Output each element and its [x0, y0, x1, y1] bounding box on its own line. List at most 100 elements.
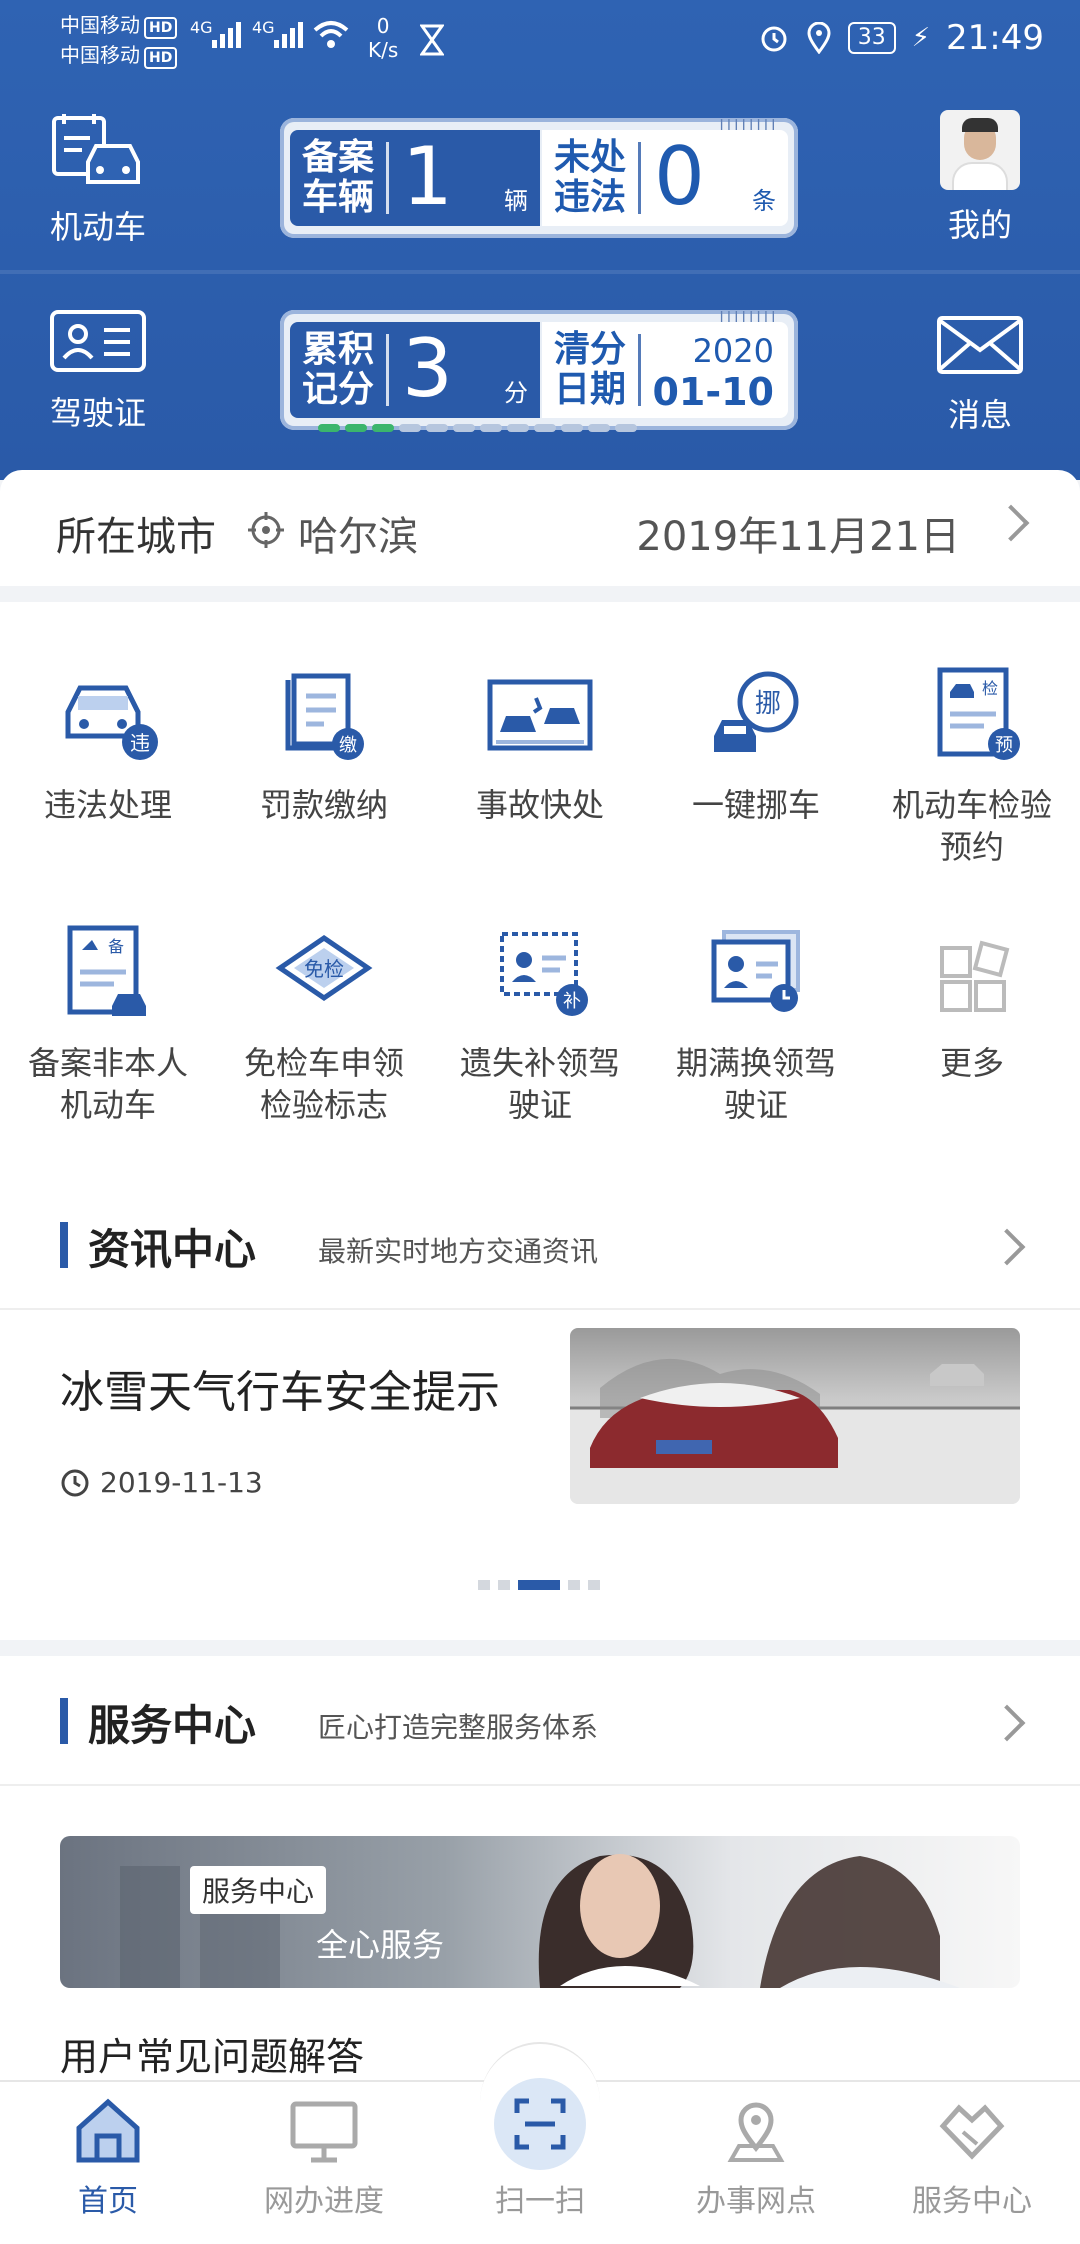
unhandled-violations-key: 未处违法: [554, 137, 627, 218]
header: 中国移动 HD 中国移动 HD 4G 4G 0 K/s 33 ⚡ 21:49 机…: [0, 0, 1080, 480]
news-header[interactable]: 资讯中心 最新实时地方交通资讯: [0, 1180, 1080, 1310]
hd-badge: HD: [144, 17, 178, 39]
vehicle-doc-icon: [52, 114, 140, 184]
accumulated-points-unit: 分: [504, 379, 528, 407]
service-fine-payment[interactable]: 缴 罚款缴纳: [216, 662, 432, 826]
progress-segment: [345, 424, 367, 432]
mine-button[interactable]: 我的: [900, 110, 1060, 246]
accumulated-points-cell: 累积记分 3 分: [290, 322, 540, 418]
status-right: 33 ⚡ 21:49: [758, 18, 1044, 58]
registered-vehicles-key: 备案车辆: [302, 137, 375, 218]
license-label: 驾驶证: [49, 394, 146, 432]
tab-service-label: 服务中心: [912, 2184, 1032, 2219]
service-center-subtitle: 匠心打造完整服务体系: [318, 1711, 599, 1744]
tab-progress-label: 网办进度: [264, 2184, 384, 2219]
pager-dot[interactable]: [588, 1580, 600, 1590]
progress-segment: [426, 424, 448, 432]
tab-home-label: 首页: [78, 2184, 138, 2219]
service-reissue-license[interactable]: 补 遗失补领驾驶证: [432, 920, 648, 1126]
chevron-right-icon[interactable]: [988, 1704, 1026, 1742]
service-move-car[interactable]: 挪 一键挪车: [648, 662, 864, 826]
wifi-icon: [313, 21, 349, 48]
progress-segment: [480, 424, 502, 432]
news-item-date: 2019-11-13: [60, 1466, 263, 1499]
license-button[interactable]: 驾驶证: [18, 308, 178, 434]
register-badge: 备: [108, 937, 124, 956]
service-grid: 违 违法处理 缴 罚款缴纳 事故快处 挪 一键挪车 检 预 机动车检验预约 备 …: [0, 602, 1080, 1180]
service-violation[interactable]: 违 违法处理: [0, 662, 216, 826]
news-thumbnail[interactable]: [570, 1328, 1020, 1504]
service-banner[interactable]: 服务中心 全心服务: [60, 1836, 1020, 1988]
vehicle-label: 机动车: [49, 208, 146, 246]
service-label: 违法处理: [43, 786, 172, 824]
progress-segment: [372, 424, 394, 432]
license-card-icon: [50, 310, 146, 372]
monitor-icon: [290, 2101, 358, 2163]
tab-scan[interactable]: 扫一扫: [432, 2078, 648, 2220]
section-accent-bar: [60, 1222, 68, 1268]
service-label: 更多: [939, 1044, 1004, 1082]
exempt-badge: 免检: [304, 957, 344, 981]
city-row[interactable]: 所在城市 哈尔滨 2019年11月21日: [0, 470, 1080, 586]
progress-segment: [534, 424, 556, 432]
news-title: 资讯中心: [88, 1225, 257, 1274]
svg-text:检: 检: [982, 679, 998, 698]
service-register-vehicle[interactable]: 备 备案非本人机动车: [0, 920, 216, 1126]
tab-home[interactable]: 首页: [0, 2096, 216, 2220]
pager-dot[interactable]: [568, 1580, 580, 1590]
fine-payment-icon: 缴: [285, 673, 364, 760]
service-renew-license[interactable]: 期满换领驾驶证: [648, 920, 864, 1126]
exempt-inspection-icon: 免检: [275, 934, 373, 1002]
unhandled-violations-value: 0: [654, 130, 705, 223]
tab-outlets[interactable]: 办事网点: [648, 2096, 864, 2220]
news-section: 资讯中心 最新实时地方交通资讯 冰雪天气行车安全提示 2019-11-13: [0, 1180, 1080, 1640]
pager-dot[interactable]: [498, 1580, 510, 1590]
service-center-section: 服务中心 匠心打造完整服务体系 服务中心 全心服务 用户常见问题解答: [0, 1656, 1080, 2080]
service-center-header[interactable]: 服务中心 匠心打造完整服务体系: [0, 1656, 1080, 1786]
cell-divider: [386, 142, 389, 214]
map-pin-icon: [727, 2102, 785, 2162]
pager-dot[interactable]: [518, 1580, 560, 1590]
carrier-1: 中国移动: [60, 13, 140, 37]
clock: 21:49: [946, 18, 1044, 58]
reissue-license-icon: 补: [500, 932, 588, 1016]
service-exempt-inspection[interactable]: 免检 免检车申领检验标志: [216, 920, 432, 1126]
accumulated-points-key: 累积记分: [302, 329, 375, 410]
register-vehicle-icon: 备: [67, 925, 146, 1016]
violation-badge: 违: [130, 731, 150, 755]
points-summary-card[interactable]: |||||||| 累积记分 3 分 清分日期 2020 01-10: [280, 308, 798, 432]
vehicle-button[interactable]: 机动车: [18, 112, 178, 248]
accident-icon: [487, 679, 593, 751]
current-date: 2019年11月21日: [636, 514, 960, 560]
vehicle-summary-card[interactable]: |||||||| 备案车辆 1 辆 未处违法 0 条: [280, 116, 798, 238]
alarm-icon: [761, 26, 787, 52]
chevron-right-icon[interactable]: [988, 1228, 1026, 1266]
unhandled-violations-unit: 条: [752, 187, 776, 215]
bottom-tab-bar: 首页 网办进度 扫一扫 办事网点 服务中心: [0, 2042, 1080, 2244]
fine-badge: 缴: [339, 735, 357, 756]
service-inspection-appointment[interactable]: 检 预 机动车检验预约: [864, 662, 1080, 868]
scan-icon: [514, 2098, 566, 2150]
net-speed-unit: K/s: [368, 38, 399, 62]
status-bar: 中国移动 HD 中国移动 HD 4G 4G 0 K/s 33 ⚡ 21:49: [0, 0, 1080, 80]
tab-progress[interactable]: 网办进度: [216, 2096, 432, 2220]
scan-button[interactable]: [494, 2078, 586, 2170]
carrier-info: 中国移动 HD 中国移动 HD: [60, 10, 178, 70]
registered-vehicles-value: 1: [402, 130, 453, 223]
message-button[interactable]: 消息: [900, 314, 1060, 436]
message-label: 消息: [947, 396, 1012, 434]
locate-icon: [248, 512, 284, 548]
news-pager: [478, 1580, 600, 1590]
pager-dot[interactable]: [478, 1580, 490, 1590]
tab-service[interactable]: 服务中心: [864, 2096, 1080, 2220]
city-name[interactable]: 哈尔滨: [298, 504, 418, 562]
service-banner-tag: 服务中心: [190, 1866, 327, 1914]
chevron-right-icon[interactable]: [992, 504, 1030, 542]
service-more[interactable]: 更多: [864, 920, 1080, 1084]
news-item-title[interactable]: 冰雪天气行车安全提示: [60, 1356, 500, 1420]
faq-title[interactable]: 用户常见问题解答: [60, 2026, 364, 2081]
battery-level: 33: [847, 22, 896, 54]
news-subtitle: 最新实时地方交通资讯: [318, 1235, 599, 1268]
service-accident[interactable]: 事故快处: [432, 662, 648, 826]
progress-segment: [318, 424, 340, 432]
